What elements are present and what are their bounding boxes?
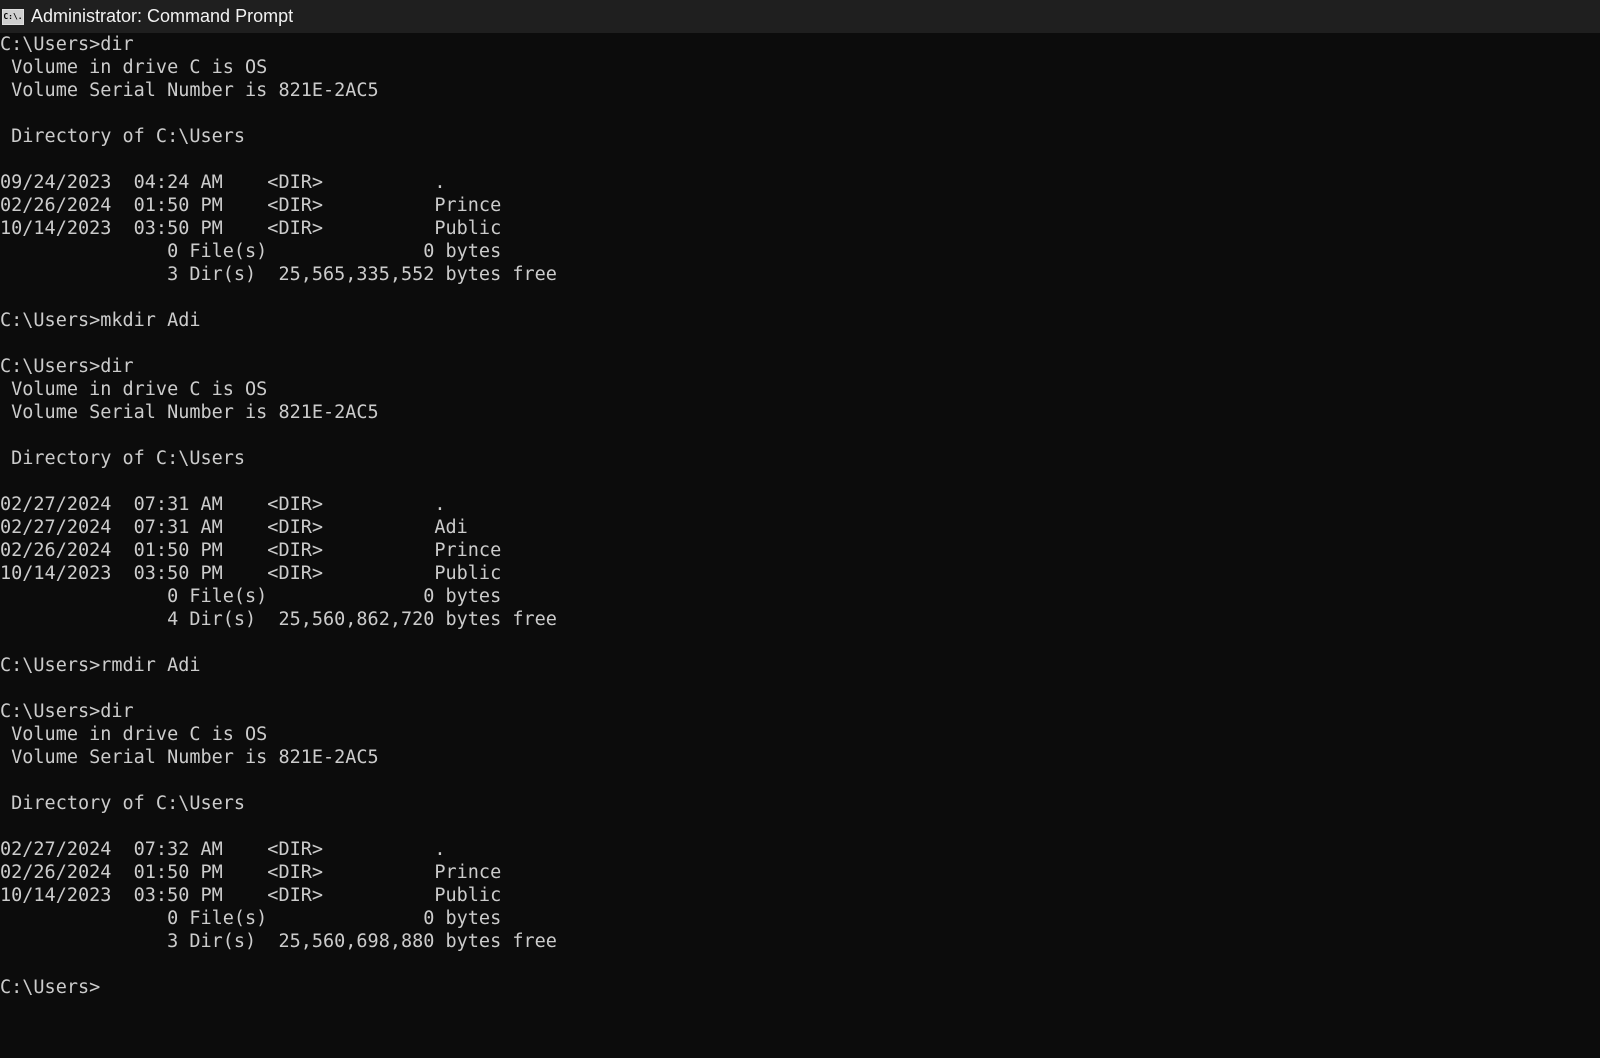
console-line: C:\Users>dir [0,34,134,55]
console-line: 02/26/2024 01:50 PM <DIR> Prince [0,540,502,561]
command-prompt-window: C:\. Administrator: Command Prompt C:\Us… [0,0,1600,1058]
title-bar[interactable]: C:\. Administrator: Command Prompt [0,0,1600,33]
console-line: Volume Serial Number is 821E-2AC5 [0,747,379,768]
console-line: 0 File(s) 0 bytes [0,908,502,929]
console-line: 0 File(s) 0 bytes [0,241,502,262]
console-line: Volume in drive C is OS [0,57,268,78]
console-line: 02/27/2024 07:32 AM <DIR> . [0,839,446,860]
console-output[interactable]: C:\Users>dir Volume in drive C is OS Vol… [0,33,1600,1058]
console-line: C:\Users> [0,977,101,998]
console-line: 10/14/2023 03:50 PM <DIR> Public [0,885,502,906]
console-line: 3 Dir(s) 25,565,335,552 bytes free [0,264,557,285]
window-title: Administrator: Command Prompt [31,6,294,26]
console-line: 4 Dir(s) 25,560,862,720 bytes free [0,609,557,630]
console-line: Directory of C:\Users [0,448,246,469]
console-line: 09/24/2023 04:24 AM <DIR> . [0,172,446,193]
console-line: 02/27/2024 07:31 AM <DIR> Adi [0,517,468,538]
console-line: Directory of C:\Users [0,126,246,147]
console-line: Volume Serial Number is 821E-2AC5 [0,402,379,423]
console-line: 10/14/2023 03:50 PM <DIR> Public [0,563,502,584]
console-line: 02/26/2024 01:50 PM <DIR> Prince [0,195,502,216]
console-line: C:\Users>dir [0,356,134,377]
console-line: Volume Serial Number is 821E-2AC5 [0,80,379,101]
console-line: 10/14/2023 03:50 PM <DIR> Public [0,218,502,239]
console-line: Volume in drive C is OS [0,724,268,745]
console-line: C:\Users>dir [0,701,134,722]
console-line: C:\Users>rmdir Adi [0,655,201,676]
console-line: 02/27/2024 07:31 AM <DIR> . [0,494,446,515]
console-line: C:\Users>mkdir Adi [0,310,201,331]
console-line: Volume in drive C is OS [0,379,268,400]
console-line: 3 Dir(s) 25,560,698,880 bytes free [0,931,557,952]
console-line: Directory of C:\Users [0,793,246,814]
cmd-icon: C:\. [2,8,24,25]
console-line: 02/26/2024 01:50 PM <DIR> Prince [0,862,502,883]
console-line: 0 File(s) 0 bytes [0,586,502,607]
